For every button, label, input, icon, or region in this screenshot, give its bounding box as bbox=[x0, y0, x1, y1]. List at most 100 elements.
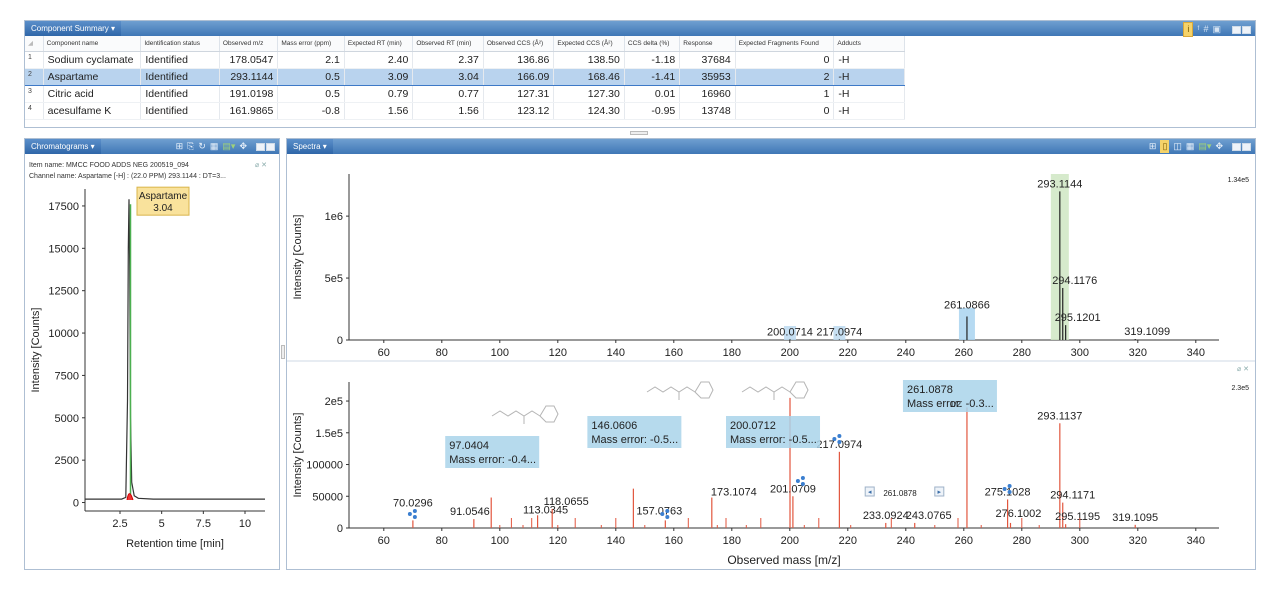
molecule-structure-sketch bbox=[646, 381, 714, 400]
column-header[interactable]: CCS delta (%) bbox=[624, 36, 681, 52]
table-icon[interactable]: ▦ bbox=[210, 140, 219, 153]
fragment-dot bbox=[795, 479, 800, 483]
table-cell: 0.5 bbox=[277, 67, 345, 86]
y-tick-label: 5000 bbox=[55, 413, 79, 425]
x-tick-label: 320 bbox=[1129, 347, 1147, 359]
fragment-dot bbox=[800, 476, 805, 480]
grid-icon[interactable]: # bbox=[1203, 23, 1208, 36]
filter-icon[interactable]: ᶠ bbox=[1197, 23, 1199, 36]
column-header[interactable]: Adducts bbox=[833, 36, 905, 52]
peak-label: 243.0765 bbox=[906, 510, 952, 522]
table-cell: 178.0547 bbox=[219, 51, 279, 69]
column-header[interactable]: Observed CCS (Å²) bbox=[483, 36, 555, 52]
annotation-mz: 200.0712 bbox=[730, 420, 776, 432]
minimize-icon[interactable] bbox=[256, 142, 265, 151]
table-cell: Identified bbox=[140, 67, 220, 86]
refresh-icon[interactable]: ↻ bbox=[198, 140, 206, 153]
layers-icon[interactable]: ▤▾ bbox=[1198, 140, 1211, 153]
scale-label: 1.34e5 bbox=[1228, 177, 1250, 184]
annotation-mass-error: Mass error: -0.5... bbox=[591, 434, 678, 446]
component-summary-title: Component Summary bbox=[31, 24, 109, 33]
table-row[interactable]: 1 Sodium cyclamate Identified 178.0547 2.1 2.… bbox=[25, 51, 905, 69]
table-cell: 191.0198 bbox=[219, 85, 279, 103]
pan-icon[interactable]: ✥ bbox=[239, 140, 247, 153]
y-axis-label: Intensity [Counts] bbox=[292, 413, 304, 498]
table-cell: 293.1144 bbox=[219, 67, 279, 86]
spectra-title: Spectra bbox=[293, 142, 321, 151]
x-tick-label: 140 bbox=[607, 535, 625, 547]
column-header[interactable]: Expected Fragments Found bbox=[735, 36, 835, 52]
layers-icon[interactable]: ▤▾ bbox=[222, 140, 235, 153]
table-icon[interactable]: ▦ bbox=[1186, 140, 1195, 153]
fragment-dot bbox=[407, 512, 412, 516]
column-header[interactable]: Observed RT (min) bbox=[412, 36, 484, 52]
column-header[interactable]: Expected RT (min) bbox=[344, 36, 414, 52]
single-view-icon[interactable]: ▯ bbox=[1160, 140, 1170, 153]
peak-label: 157.0763 bbox=[636, 505, 682, 517]
table-cell: -H bbox=[833, 51, 905, 69]
y-tick-label: 0 bbox=[337, 335, 343, 347]
peak-label: 295.1201 bbox=[1055, 312, 1101, 324]
x-tick-label: 80 bbox=[436, 347, 448, 359]
chromatograms-titlebar: Chromatograms ▾ ⊞ ⎘ ↻ ▦ ▤▾ ✥ bbox=[25, 139, 279, 154]
pin-icon[interactable]: ⌀ ✕ bbox=[255, 161, 267, 169]
chromatogram-plot[interactable]: 0 2500 5000 7500 10000 12500 15000 17500 2.5 5 7.5… bbox=[25, 179, 279, 569]
column-header[interactable]: Component name bbox=[43, 36, 142, 52]
fragment-annotation: 97.0404 Mass error: -0.4... bbox=[445, 436, 540, 468]
column-header[interactable]: Response bbox=[679, 36, 736, 52]
zoom-icon[interactable]: ⊞ bbox=[1149, 140, 1157, 153]
table-cell: 127.30 bbox=[553, 85, 625, 103]
column-header[interactable]: Observed m/z bbox=[219, 36, 279, 52]
fragment-annotation: 200.0712 Mass error: -0.5... bbox=[726, 416, 821, 448]
fragment-annotation: 146.0606 Mass error: -0.5... bbox=[587, 416, 682, 448]
minimize-icon[interactable] bbox=[1232, 25, 1241, 34]
export-icon[interactable]: ▣ bbox=[1212, 23, 1221, 36]
peak-label: 276.1002 bbox=[996, 508, 1042, 520]
overlay-icon[interactable]: ⎘ bbox=[187, 140, 194, 153]
x-tick-label: 160 bbox=[665, 347, 683, 359]
peak-label-name: Aspartame bbox=[139, 191, 188, 202]
column-header[interactable]: Expected CCS (Å²) bbox=[553, 36, 625, 52]
peak-label-rt: 3.04 bbox=[153, 203, 173, 214]
component-summary-titlebar: Component Summary ▾ i ᶠ # ▣ bbox=[25, 21, 1255, 37]
component-summary-tab[interactable]: Component Summary ▾ bbox=[25, 21, 122, 36]
maximize-icon[interactable] bbox=[266, 142, 275, 151]
vertical-splitter[interactable] bbox=[281, 345, 285, 359]
x-tick-label: 280 bbox=[1013, 347, 1031, 359]
peak-label: 294.1171 bbox=[1050, 490, 1095, 502]
table-cell: -0.8 bbox=[277, 102, 345, 120]
column-header[interactable]: Identification status bbox=[140, 36, 220, 52]
horizontal-splitter[interactable] bbox=[630, 131, 648, 135]
table-cell: -H bbox=[833, 85, 905, 103]
fragment-dot bbox=[1002, 487, 1007, 491]
pan-icon[interactable]: ✥ bbox=[1215, 140, 1223, 153]
y-tick-label: 50000 bbox=[312, 491, 343, 503]
fragment-dot bbox=[832, 437, 837, 441]
x-tick-label: 7.5 bbox=[196, 518, 211, 530]
column-header[interactable]: Mass error (ppm) bbox=[277, 36, 345, 52]
zoom-icon[interactable]: ⊞ bbox=[176, 140, 184, 153]
chromatogram-trace bbox=[85, 199, 265, 500]
y-tick-label: 100000 bbox=[306, 460, 343, 472]
table-row[interactable]: 2 Aspartame Identified 293.1144 0.5 3.09 3.04 1… bbox=[25, 67, 905, 86]
spectra-tab[interactable]: Spectra ▾ bbox=[287, 139, 333, 154]
row-index-header[interactable]: ◢ bbox=[25, 36, 44, 52]
x-tick-label: 220 bbox=[839, 535, 857, 547]
x-tick-label: 100 bbox=[491, 535, 509, 547]
chromatograms-tab[interactable]: Chromatograms ▾ bbox=[25, 139, 101, 154]
minimize-icon[interactable] bbox=[1232, 142, 1241, 151]
spectra-plot[interactable]: 0 5e5 1e6 60 80 100 120 140 160 180 200 220 240 260 28… bbox=[287, 154, 1255, 570]
table-row[interactable]: 4 acesulfame K Identified 161.9865 -0.8 1.56 1… bbox=[25, 102, 905, 120]
fragment-dot bbox=[800, 482, 805, 486]
table-cell: 161.9865 bbox=[219, 102, 279, 120]
maximize-icon[interactable] bbox=[1242, 142, 1251, 151]
table-row[interactable]: 3 Citric acid Identified 191.0198 0.5 0.79 0.7… bbox=[25, 85, 905, 103]
info-icon[interactable]: i bbox=[1183, 22, 1194, 37]
row-index: 2 bbox=[25, 67, 44, 86]
peak-label: 294.1176 bbox=[1052, 275, 1097, 287]
maximize-icon[interactable] bbox=[1242, 25, 1251, 34]
split-view-icon[interactable]: ◫ bbox=[1173, 140, 1182, 153]
x-tick-label: 180 bbox=[723, 347, 741, 359]
table-cell: -H bbox=[833, 67, 905, 86]
x-tick-label: 80 bbox=[436, 535, 448, 547]
